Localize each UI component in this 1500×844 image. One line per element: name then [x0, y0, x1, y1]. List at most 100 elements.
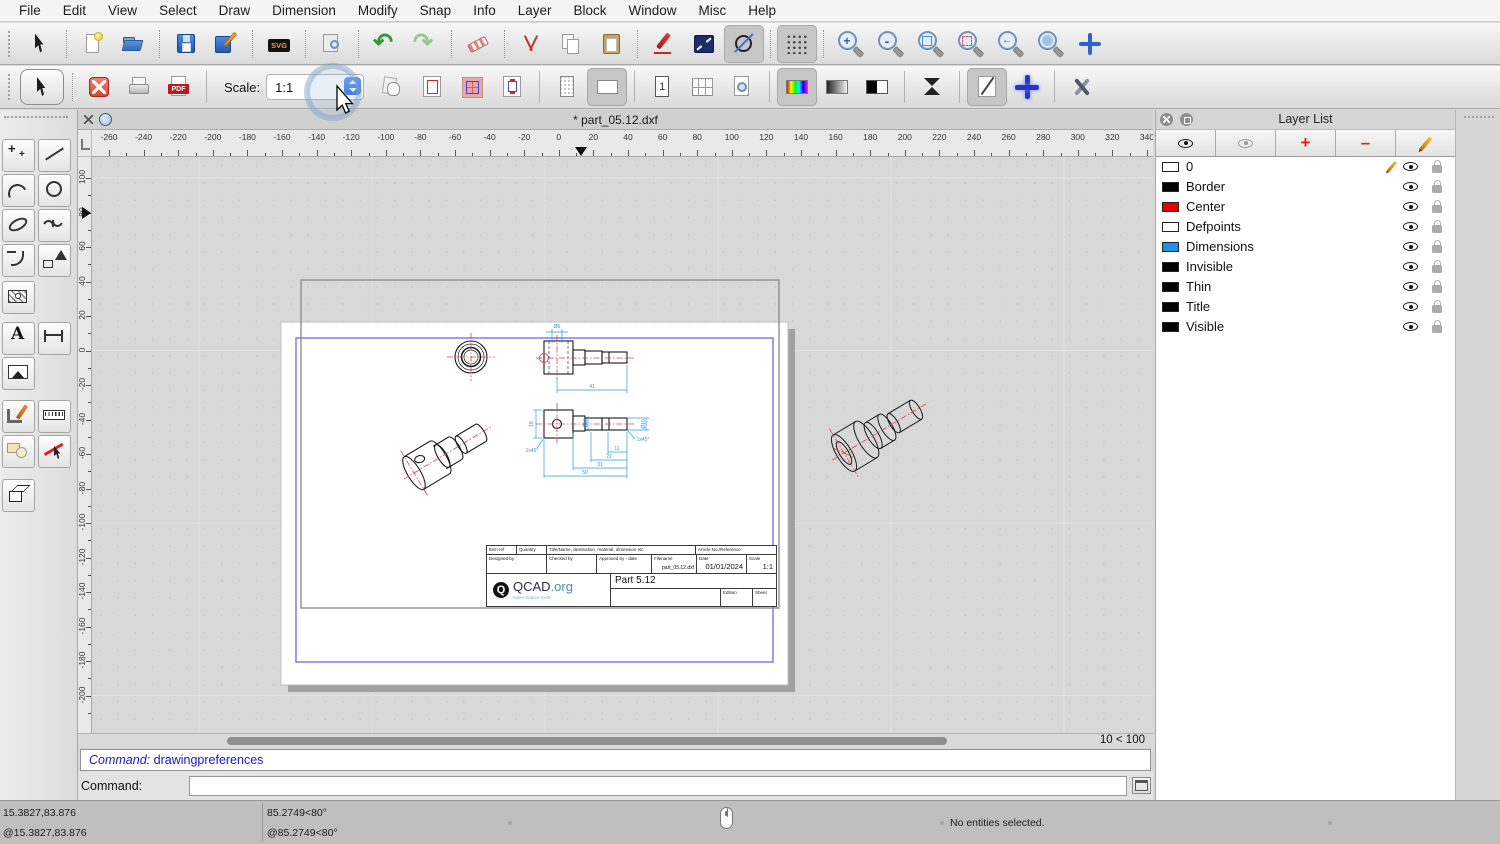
layer-color-swatch[interactable]: [1162, 322, 1179, 332]
layer-visibility-icon[interactable]: [1403, 162, 1418, 171]
menu-block[interactable]: Block: [563, 0, 618, 22]
new-file-button[interactable]: [73, 25, 113, 63]
layer-row-dimensions[interactable]: Dimensions: [1156, 237, 1456, 257]
toolbar-grip[interactable]: [8, 30, 16, 57]
print-preview-button[interactable]: [312, 25, 352, 63]
save-as-button[interactable]: [206, 25, 246, 63]
zoom-window-button[interactable]: [1030, 25, 1070, 63]
command-options-button[interactable]: [1132, 777, 1152, 794]
layer-lock-icon[interactable]: [1432, 300, 1442, 313]
layer-visibility-icon[interactable]: [1403, 262, 1418, 271]
pdf-export-button[interactable]: [159, 68, 199, 106]
add-layer-button[interactable]: [1276, 130, 1336, 156]
save-button[interactable]: [166, 25, 206, 63]
toolbar-grip[interactable]: [8, 74, 16, 100]
layer-row-visible[interactable]: Visible: [1156, 317, 1456, 337]
menu-draw[interactable]: Draw: [208, 0, 262, 22]
layer-lock-icon[interactable]: [1432, 320, 1442, 333]
circle-tool-button[interactable]: [38, 174, 71, 207]
open-file-button[interactable]: [113, 25, 153, 63]
spline-tool-button[interactable]: [38, 209, 71, 242]
menu-modify[interactable]: Modify: [347, 0, 409, 22]
freehand-draw-button[interactable]: [644, 25, 684, 63]
full-color-mode-button[interactable]: [777, 68, 818, 106]
black-white-mode-button[interactable]: [857, 68, 897, 106]
menu-snap[interactable]: Snap: [409, 0, 463, 22]
image-tool-button[interactable]: [2, 357, 35, 390]
layer-color-swatch[interactable]: [1162, 262, 1179, 272]
auto-fit-drawing-button[interactable]: [492, 68, 532, 106]
restrict-off-button[interactable]: [724, 24, 764, 63]
scale-to-fit-button[interactable]: [912, 68, 952, 106]
close-print-preview-button[interactable]: [79, 68, 119, 106]
palette-grip[interactable]: [4, 116, 68, 118]
layer-color-swatch[interactable]: [1162, 202, 1179, 212]
measure-tool-button[interactable]: [38, 400, 71, 433]
layer-row-defpoints[interactable]: Defpoints: [1156, 217, 1456, 237]
cad-tools-tool-button[interactable]: [2, 400, 35, 433]
draft-mode-button[interactable]: [967, 68, 1008, 106]
grid-toggle-button[interactable]: [777, 24, 817, 63]
modify-tool-button[interactable]: [2, 435, 35, 468]
menu-file[interactable]: File: [8, 0, 52, 22]
ellipse-tool-button[interactable]: [2, 209, 35, 242]
grayscale-mode-button[interactable]: [817, 68, 857, 106]
layer-visibility-icon[interactable]: [1403, 322, 1418, 331]
layer-row-center[interactable]: Center: [1156, 197, 1456, 217]
trim-tool-button[interactable]: [38, 435, 71, 468]
crosshair-toggle-button[interactable]: [1007, 68, 1047, 106]
drawing-preferences-button[interactable]: [1062, 68, 1102, 106]
layer-lock-icon[interactable]: [1432, 220, 1442, 233]
svg-export-button[interactable]: [259, 25, 299, 63]
multiple-pages-button[interactable]: [682, 68, 722, 106]
single-page-button[interactable]: [642, 68, 682, 106]
shape-tool-button[interactable]: [38, 244, 71, 277]
edit-layer-button[interactable]: [1396, 130, 1455, 156]
command-input[interactable]: [189, 775, 1128, 796]
layer-lock-icon[interactable]: [1432, 160, 1442, 173]
zoom-out-button[interactable]: [870, 25, 910, 63]
zoom-to-page-button[interactable]: [722, 68, 762, 106]
hide-all-layers-button[interactable]: [1216, 130, 1276, 156]
point-tool-button[interactable]: [2, 139, 35, 172]
cut-button[interactable]: [511, 25, 551, 63]
previous-view-button[interactable]: [990, 25, 1030, 63]
panel-close-icon[interactable]: [1160, 113, 1173, 126]
layer-visibility-icon[interactable]: [1403, 282, 1418, 291]
menu-help[interactable]: Help: [737, 0, 787, 22]
menu-info[interactable]: Info: [462, 0, 507, 22]
layer-color-swatch[interactable]: [1162, 242, 1179, 252]
portrait-orientation-button[interactable]: [547, 68, 587, 106]
copy-button[interactable]: [551, 25, 591, 63]
layer-lock-icon[interactable]: [1432, 240, 1442, 253]
layer-lock-icon[interactable]: [1432, 260, 1442, 273]
layer-row-0[interactable]: 0: [1156, 157, 1456, 177]
horizontal-scrollbar[interactable]: 10 < 100: [78, 733, 1153, 747]
menu-select[interactable]: Select: [148, 0, 208, 22]
solid-tool-button[interactable]: [2, 479, 35, 512]
redo-button[interactable]: [405, 25, 445, 63]
layer-row-border[interactable]: Border: [1156, 177, 1456, 197]
text-tool-button[interactable]: [2, 322, 35, 355]
move-paper-position-button[interactable]: [372, 68, 412, 106]
layer-color-swatch[interactable]: [1162, 162, 1179, 172]
layer-color-swatch[interactable]: [1162, 282, 1179, 292]
scrollbar-thumb[interactable]: [227, 737, 947, 745]
selection-pointer-button[interactable]: [20, 69, 64, 105]
layer-color-swatch[interactable]: [1162, 302, 1179, 312]
layer-visibility-icon[interactable]: [1403, 242, 1418, 251]
layer-lock-icon[interactable]: [1432, 180, 1442, 193]
menu-edit[interactable]: Edit: [52, 0, 97, 22]
zoom-selection-button[interactable]: [950, 25, 990, 63]
scale-stepper-icon[interactable]: [344, 77, 362, 95]
dock-grip[interactable]: [1464, 116, 1494, 118]
paste-button[interactable]: [591, 25, 631, 63]
undo-button[interactable]: [365, 25, 405, 63]
layer-row-thin[interactable]: Thin: [1156, 277, 1456, 297]
menu-misc[interactable]: Misc: [688, 0, 738, 22]
layer-visibility-icon[interactable]: [1403, 202, 1418, 211]
landscape-orientation-button[interactable]: [587, 68, 628, 106]
polyline-tool-button[interactable]: [2, 244, 35, 277]
layer-visibility-icon[interactable]: [1403, 222, 1418, 231]
panel-detach-icon[interactable]: [1180, 113, 1193, 126]
